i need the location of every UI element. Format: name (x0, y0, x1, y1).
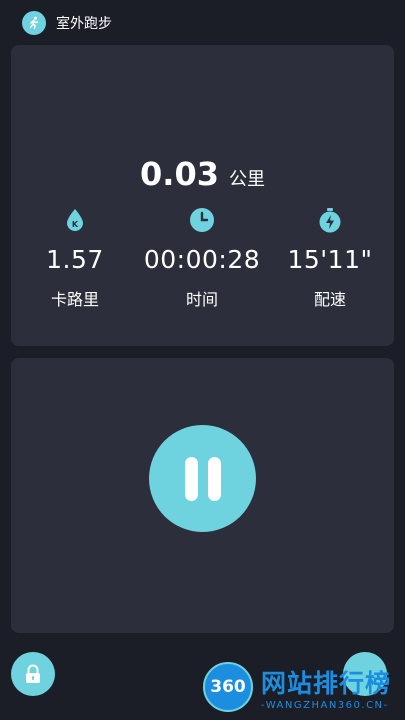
metric-calories: K 1.57 卡路里 (11, 205, 139, 310)
calorie-drop-icon: K (67, 209, 83, 231)
running-screen: 室外跑步 0.03 公里 K 1.57 卡路里 00:00:28 时间 15'1… (0, 0, 405, 720)
watermark-360-circle: 360 (203, 662, 253, 712)
map-button[interactable] (343, 652, 387, 696)
running-icon (22, 11, 46, 35)
pace-value: 15'11" (287, 245, 373, 274)
calories-value: 1.57 (46, 245, 104, 274)
control-card (11, 358, 394, 633)
distance-readout: 0.03 公里 (11, 155, 394, 193)
lock-button[interactable] (11, 652, 55, 696)
top-bar: 室外跑步 (0, 0, 405, 44)
pause-button[interactable] (149, 425, 256, 532)
pause-bar-left (184, 456, 198, 501)
distance-value: 0.03 (140, 155, 219, 193)
pace-label: 配速 (313, 290, 346, 309)
svg-text:K: K (72, 220, 79, 229)
watermark-en-text: -WANGZHAN360.CN- (261, 700, 389, 711)
metric-time: 00:00:28 时间 (138, 205, 266, 310)
pause-icon (180, 456, 226, 501)
calories-label: 卡路里 (50, 290, 99, 309)
stopwatch-lightning-icon (319, 208, 341, 233)
metric-pace: 15'11" 配速 (266, 205, 394, 310)
stats-card: 0.03 公里 K 1.57 卡路里 00:00:28 时间 15'11" 配速 (11, 45, 394, 346)
time-label: 时间 (185, 290, 218, 309)
lock-icon (26, 664, 40, 683)
time-value: 00:00:28 (143, 245, 261, 274)
clock-icon (190, 208, 214, 232)
page-title: 室外跑步 (56, 16, 112, 32)
pause-bar-right (207, 456, 221, 501)
distance-unit: 公里 (228, 169, 265, 190)
